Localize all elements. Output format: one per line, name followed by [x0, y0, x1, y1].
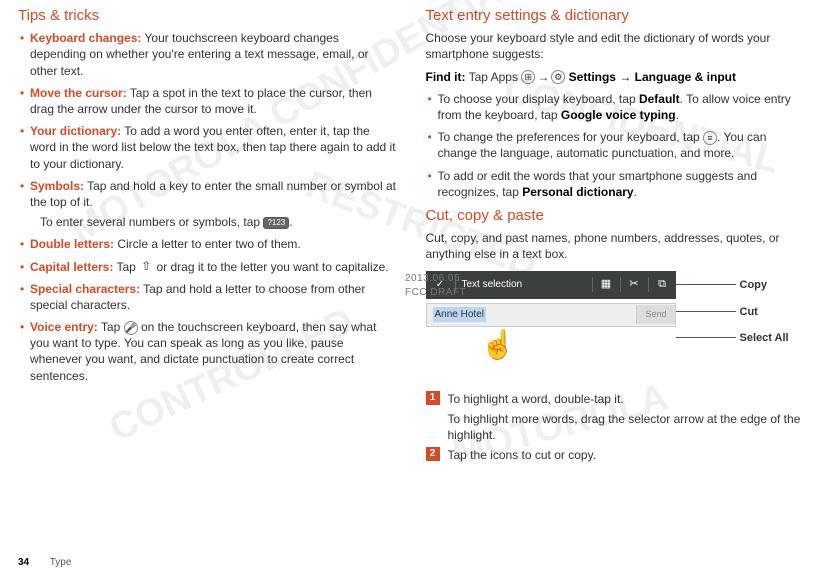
tip-special-chars: Special characters: Tap and hold a lette…: [20, 281, 398, 313]
draft-date: 2013.06.05: [405, 272, 466, 286]
step-number: 2: [426, 447, 440, 461]
tips-heading: Tips & tricks: [18, 6, 398, 26]
term: Capital letters:: [30, 260, 113, 274]
microphone-icon: 🎤: [124, 321, 138, 335]
draft-label: FCC DRAFT: [405, 286, 466, 300]
action-bar-title: Text selection: [456, 278, 592, 292]
page-number: 34: [18, 557, 29, 568]
tip-text: Circle a letter to enter two of them.: [114, 237, 301, 251]
t: Google voice typing: [561, 108, 676, 122]
term: Move the cursor:: [30, 86, 127, 100]
tip-move-cursor: Move the cursor: Tap a spot in the text …: [20, 85, 398, 117]
step-line: To highlight more words, drag the select…: [448, 411, 806, 443]
tip-post: or drag it to the letter you want to cap…: [153, 260, 388, 274]
tip-symbols: Symbols: Tap and hold a key to enter the…: [20, 178, 398, 231]
cut-icon: ✂: [620, 277, 648, 292]
tip-pre: Tap: [113, 260, 139, 274]
tip-text: Tap and hold a key to enter the small nu…: [30, 179, 396, 209]
numsym-key-icon: ?123: [263, 217, 289, 229]
copy-icon: ⧉: [648, 277, 676, 292]
t: .: [634, 185, 637, 199]
find-it-label: Find it:: [426, 70, 466, 84]
tip-voice-entry: Voice entry: Tap 🎤 on the touchscreen ke…: [20, 319, 398, 384]
text-entry-intro: Choose your keyboard style and edit the …: [426, 30, 806, 62]
tip-sub-post: .: [289, 215, 292, 229]
lang-input-bold: → Language & input: [616, 70, 736, 84]
step-1: 1 To highlight a word, double-tap it. To…: [426, 391, 806, 444]
t: Personal dictionary: [522, 185, 633, 199]
t: Default: [639, 92, 680, 106]
t: To change the preferences for your keybo…: [438, 130, 704, 144]
right-column: Text entry settings & dictionary Choose …: [426, 6, 806, 467]
t: .: [676, 108, 679, 122]
arrow-icon: →: [535, 69, 551, 85]
term: Your dictionary:: [30, 124, 121, 138]
tip-sub-pre: To enter several numbers or symbols, tap: [40, 215, 263, 229]
term: Symbols:: [30, 179, 84, 193]
copy-callout: Copy: [740, 278, 768, 293]
t: To choose your display keyboard, tap: [438, 92, 639, 106]
highlighted-text: Anne Hotel: [433, 307, 486, 323]
cut-copy-heading: Cut, copy & paste: [426, 206, 806, 226]
step-number: 1: [426, 391, 440, 405]
settings-bold: Settings: [565, 70, 616, 84]
step-2: 2 Tap the icons to cut or copy.: [426, 447, 806, 463]
tip-pre: Tap: [98, 320, 124, 334]
text-input-row: Anne Hotel Send: [426, 303, 676, 327]
setting-personal-dictionary: To add or edit the words that your smart…: [428, 168, 806, 200]
text-entry-heading: Text entry settings & dictionary: [426, 6, 806, 26]
cut-copy-illustration: ✓ Text selection ▦ ✂ ⧉ Anne Hotel Send ☝…: [426, 271, 806, 381]
shift-key-icon: ⇧: [139, 260, 153, 274]
send-button: Send: [636, 305, 674, 323]
tip-capital-letters: Capital letters: Tap ⇧ or drag it to the…: [20, 259, 398, 275]
gear-icon: ⚙: [551, 70, 565, 84]
select-all-callout: Select All: [740, 331, 789, 346]
term: Keyboard changes:: [30, 31, 141, 45]
left-column: Tips & tricks Keyboard changes: Your tou…: [18, 6, 398, 467]
tip-dictionary: Your dictionary: To add a word you enter…: [20, 123, 398, 172]
draft-watermark: 2013.06.05 FCC DRAFT: [405, 272, 466, 299]
setting-keyboard-prefs: To change the preferences for your keybo…: [428, 129, 806, 161]
setting-default-keyboard: To choose your display keyboard, tap Def…: [428, 91, 806, 123]
find-it-pre: Tap Apps: [465, 70, 521, 84]
term: Voice entry:: [30, 320, 98, 334]
step-line: To highlight a word, double-tap it.: [448, 391, 806, 407]
page-footer: 34 Type: [18, 556, 71, 570]
term: Double letters:: [30, 237, 114, 251]
find-it-line: Find it: Tap Apps ⊞ → ⚙ Settings → Langu…: [426, 69, 806, 85]
select-all-icon: ▦: [592, 277, 620, 292]
section-name: Type: [50, 557, 72, 568]
tap-hand-icon: ☝: [481, 326, 516, 364]
sliders-icon: ≡: [703, 131, 717, 145]
cut-copy-intro: Cut, copy, and past names, phone numbers…: [426, 230, 806, 262]
step-line: Tap the icons to cut or copy.: [448, 447, 806, 463]
term: Special characters:: [30, 282, 140, 296]
apps-grid-icon: ⊞: [521, 70, 535, 84]
tip-double-letters: Double letters: Circle a letter to enter…: [20, 236, 398, 252]
tip-keyboard-changes: Keyboard changes: Your touchscreen keybo…: [20, 30, 398, 79]
cut-callout: Cut: [740, 305, 758, 320]
